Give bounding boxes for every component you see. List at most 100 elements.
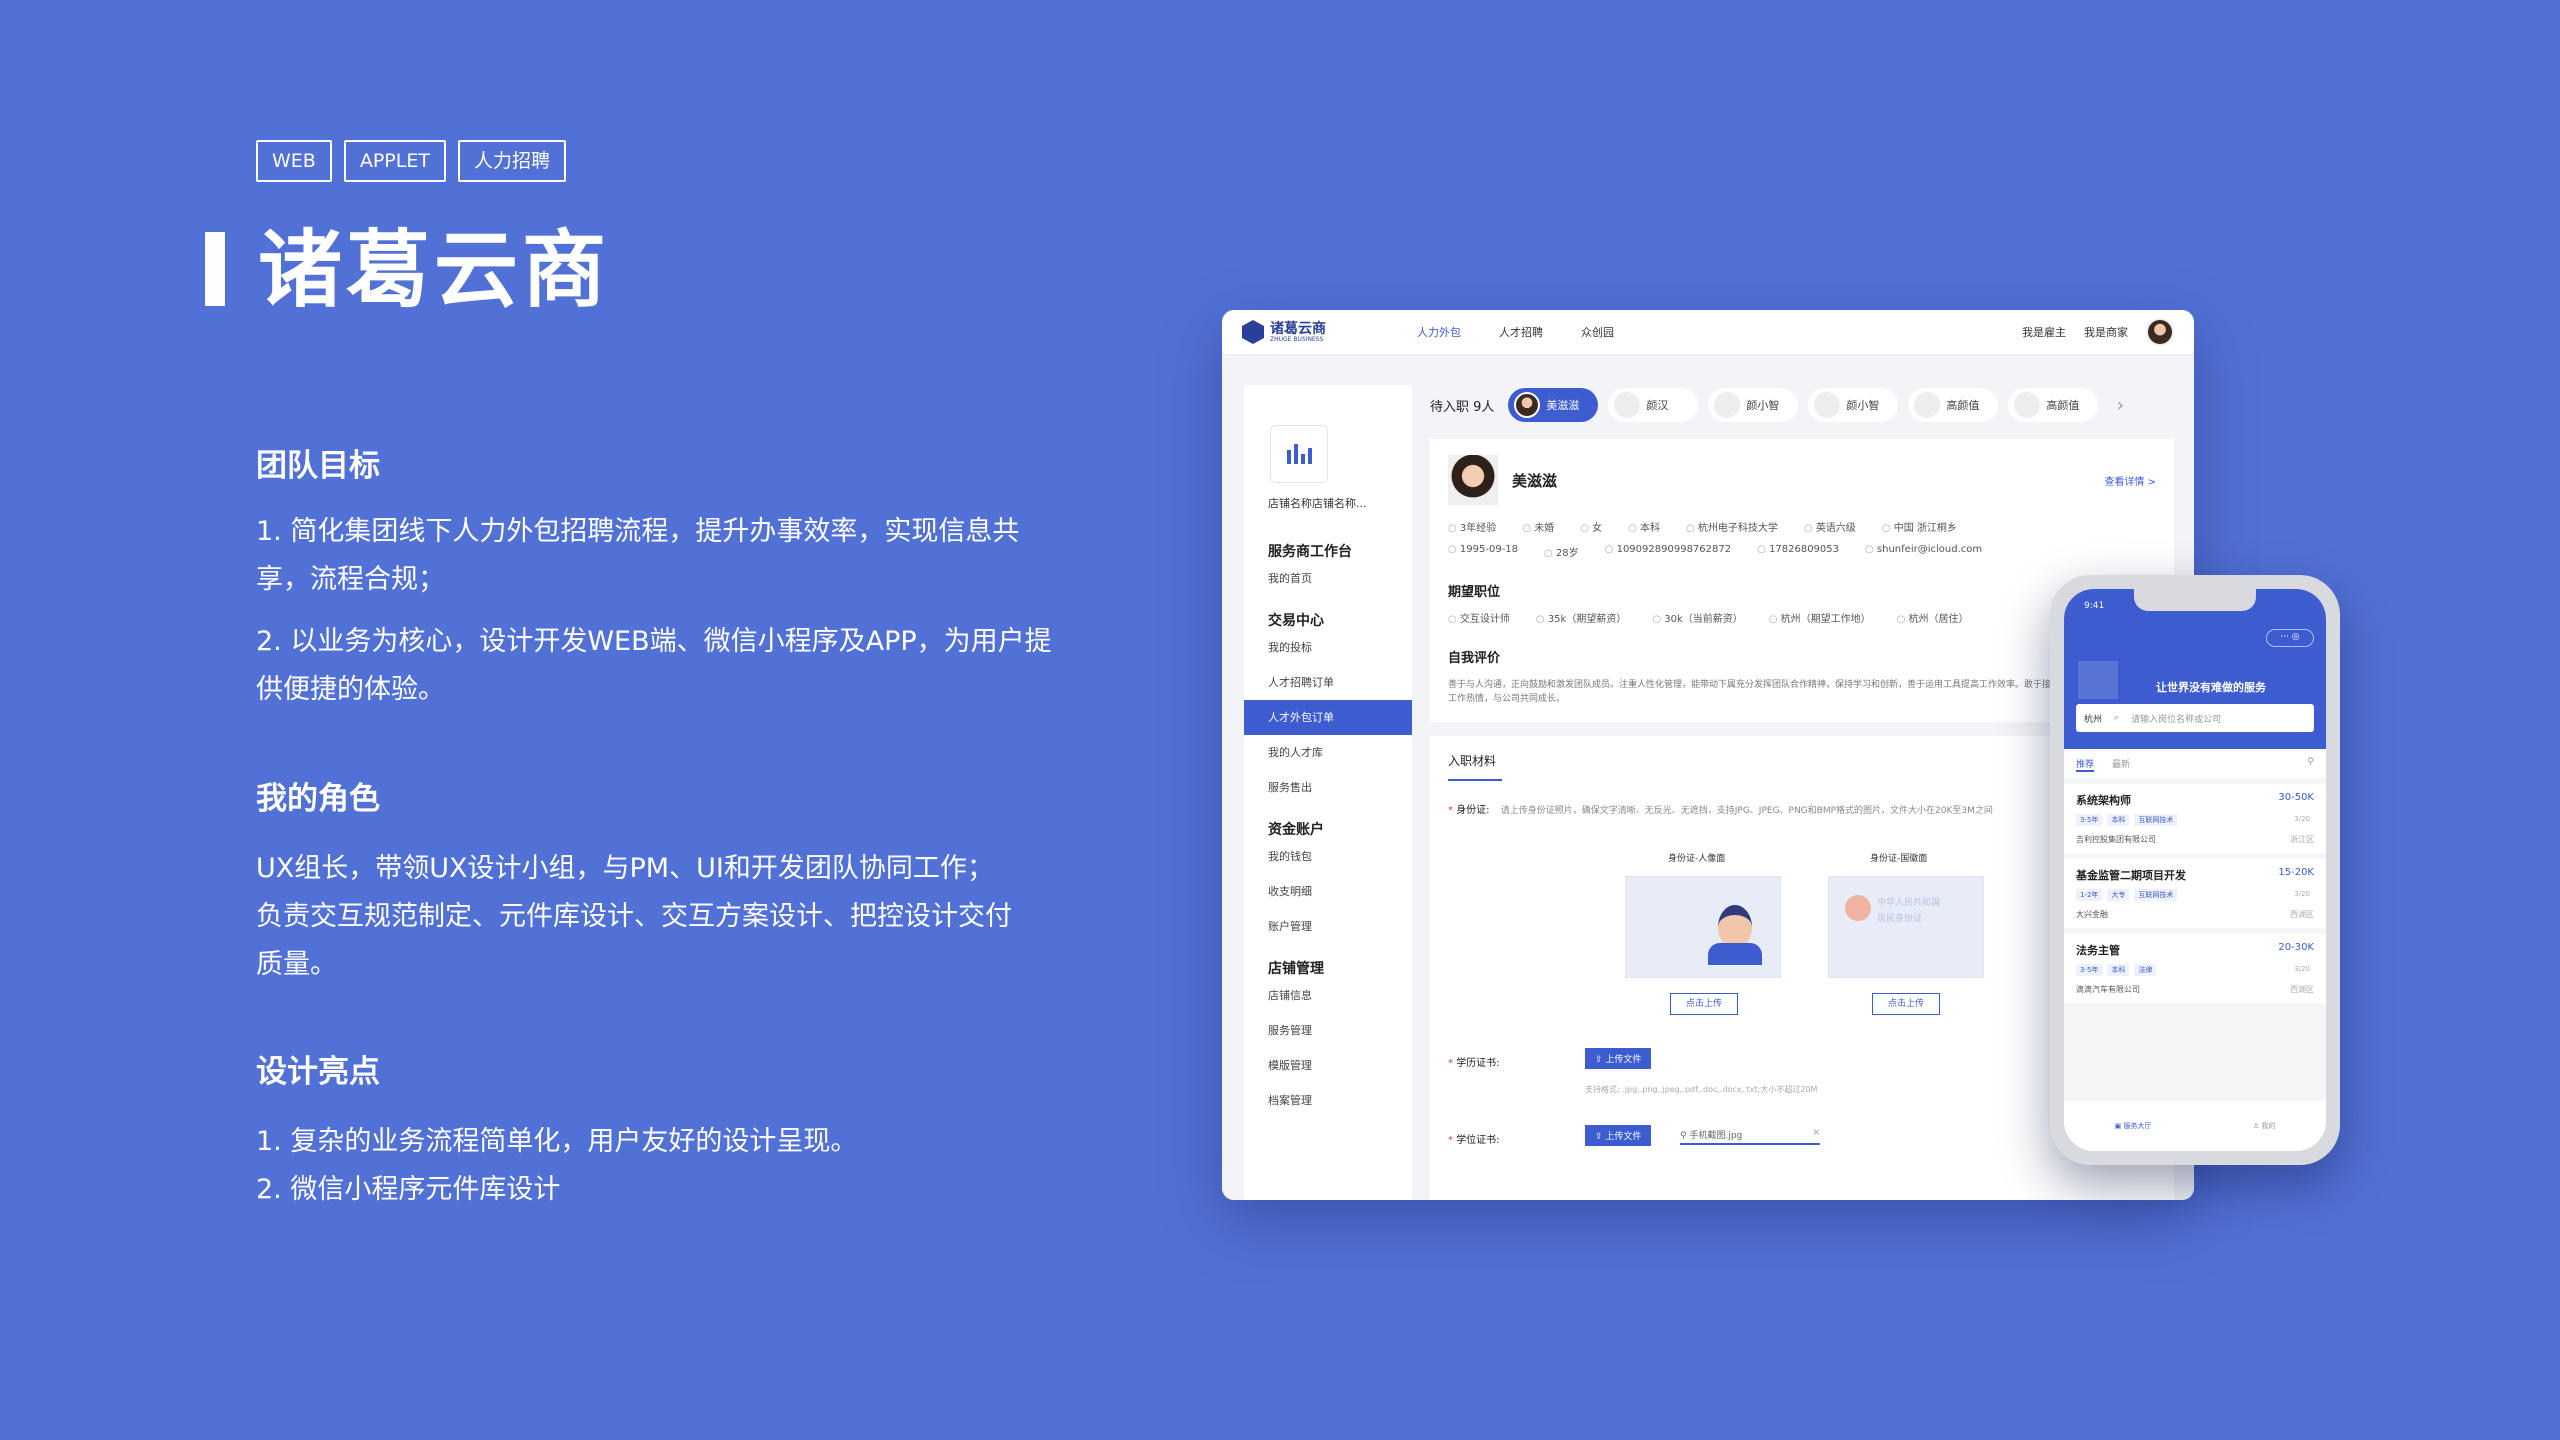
id-back-image[interactable]: 中华人民共和国 居民身份证: [1828, 876, 1984, 978]
header-right: 我是雇主 我是商家: [2022, 318, 2174, 346]
tag-list: WEB APPLET 人力招聘: [256, 140, 566, 182]
sidebar-group-funds: 资金账户: [1268, 822, 1324, 838]
logo-text: 诸葛云商: [1270, 320, 1326, 337]
sidebar-item-archive-mgmt[interactable]: 档案管理: [1244, 1083, 1412, 1118]
highlight-item-2: 2. 微信小程序元件库设计: [256, 1174, 561, 1205]
phone-header: 9:41 ··· ◎ 让世界没有难做的服务 杭州 ⌕ 请输入岗位名称或公司: [2064, 589, 2326, 749]
hall-icon: ▣: [2114, 1122, 2124, 1130]
pending-label: 待入职 9人: [1430, 399, 1495, 415]
tabbar-mine[interactable]: ♙ 我的: [2253, 1121, 2276, 1131]
building-icon: [2078, 661, 2118, 699]
search-placeholder: 请输入岗位名称或公司: [2131, 714, 2222, 725]
tab-latest[interactable]: 最新: [2112, 757, 2130, 772]
list-item[interactable]: 法务主管 20-30K 3-5年 本科 法律 3/20 滴滴汽车有限公司 西湖区: [2064, 934, 2326, 1003]
chevron-right-icon[interactable]: ›: [2108, 395, 2132, 416]
sidebar-group-shop: 店铺管理: [1268, 961, 1324, 977]
phone-tabs: 推荐 最新 ⚲: [2064, 749, 2326, 778]
role-heading: 我的角色: [256, 781, 380, 817]
web-mockup: 诸葛云商 ZHUGE BUSINESS 人力外包 人才招聘 众创园 我是雇主 我…: [1222, 310, 2194, 1200]
upload-degree-button[interactable]: ⇪ 上传文件: [1585, 1125, 1652, 1146]
sidebar-item-talent-pool[interactable]: 我的人才库: [1244, 735, 1412, 770]
sidebar-item-home[interactable]: 我的首页: [1244, 561, 1412, 596]
nav-outsourcing[interactable]: 人力外包: [1417, 324, 1461, 340]
upload-back-button[interactable]: 点击上传: [1872, 993, 1940, 1015]
close-icon[interactable]: ×: [1812, 1128, 1820, 1138]
id-front-caption: 身份证-人像面: [1668, 854, 1726, 864]
list-item[interactable]: 系统架构师 30-50K 3-5年 本科 互联网技术 3/20 吉利控股集团有限公司 浙江…: [2064, 784, 2326, 853]
list-item[interactable]: 基金监管二期项目开发 15-20K 1-2年 大专 互联网技术 3/20 大兴金融 西湖区: [2064, 859, 2326, 928]
candidate-chip[interactable]: 颜小智: [1808, 388, 1899, 422]
id-card-text: 中华人民共和国 居民身份证: [1877, 898, 1941, 924]
tabbar-service-hall[interactable]: ▣ 服务大厅: [2115, 1121, 2152, 1131]
degree-row: * 学位证书:: [1448, 1135, 1500, 1146]
candidate-chip[interactable]: 美滋滋: [1508, 388, 1599, 422]
sidebar-item-bids[interactable]: 我的投标: [1244, 630, 1412, 665]
expect-heading: 期望职位: [1448, 585, 1501, 600]
logo-icon: [1242, 320, 1264, 344]
tab-recommend[interactable]: 推荐: [2076, 757, 2095, 772]
phone-screen: 9:41 ··· ◎ 让世界没有难做的服务 杭州 ⌕ 请输入岗位名称或公司 推荐…: [2064, 589, 2326, 1151]
tag-applet: APPLET: [343, 140, 446, 182]
sidebar-group-workbench: 服务商工作台: [1268, 544, 1352, 560]
avatar: [1514, 392, 1541, 418]
goal-item-2: 2. 以业务为核心，设计开发WEB端、微信小程序及APP，为用户提供便捷的体验。: [256, 626, 1052, 705]
candidate-chip[interactable]: 颜小智: [1708, 388, 1799, 422]
highlight-item-1: 1. 复杂的业务流程简单化，用户友好的设计呈现。: [256, 1126, 858, 1157]
upload-edu-button[interactable]: ⇪ 上传文件: [1585, 1048, 1652, 1069]
merchant-dropdown[interactable]: 我是商家: [2084, 324, 2128, 340]
sidebar-item-shop-info[interactable]: 店铺信息: [1244, 978, 1412, 1013]
sidebar-group-trade: 交易中心: [1268, 613, 1324, 629]
avatar: [1814, 392, 1841, 418]
sidebar-item-recruit-orders[interactable]: 人才招聘订单: [1244, 665, 1412, 700]
logo-subtext: ZHUGE BUSINESS: [1270, 335, 1324, 343]
candidate-name: 美滋滋: [1512, 471, 1558, 490]
brand-logo[interactable]: 诸葛云商 ZHUGE BUSINESS: [1242, 320, 1417, 344]
candidate-portrait: [1448, 455, 1498, 505]
upload-front-button[interactable]: 点击上传: [1670, 993, 1738, 1015]
goal-item-1: 1. 简化集团线下人力外包招聘流程，提升办事效率，实现信息共享，流程合规；: [256, 516, 1020, 595]
title-accent-bar: [205, 232, 225, 306]
candidate-chip[interactable]: 高颜值: [1908, 388, 1999, 422]
view-detail-link[interactable]: 查看详情 >: [2104, 473, 2156, 488]
employer-dropdown[interactable]: 我是雇主: [2022, 324, 2066, 340]
tag-recruit: 人力招聘: [457, 140, 566, 182]
user-avatar[interactable]: [2146, 318, 2174, 346]
search-input[interactable]: 杭州 ⌕ 请输入岗位名称或公司: [2076, 704, 2314, 732]
shop-chart-icon: [1270, 425, 1328, 483]
sidebar-item-account[interactable]: 账户管理: [1244, 909, 1412, 944]
nav-park[interactable]: 众创园: [1581, 324, 1614, 340]
nav-recruit[interactable]: 人才招聘: [1499, 324, 1543, 340]
sidebar-item-services-sold[interactable]: 服务售出: [1244, 770, 1412, 805]
city-select[interactable]: 杭州: [2084, 712, 2102, 725]
phone-tabbar: ▣ 服务大厅 ♙ 我的: [2064, 1101, 2326, 1151]
candidate-chip[interactable]: 高颜值: [2008, 388, 2099, 422]
phone-mockup: 9:41 ··· ◎ 让世界没有难做的服务 杭州 ⌕ 请输入岗位名称或公司 推荐…: [2050, 575, 2340, 1165]
emblem-icon: [1845, 895, 1871, 921]
sidebar-item-template-mgmt[interactable]: 模版管理: [1244, 1048, 1412, 1083]
web-header: 诸葛云商 ZHUGE BUSINESS 人力外包 人才招聘 众创园 我是雇主 我…: [1222, 310, 2194, 355]
sidebar-item-wallet[interactable]: 我的钱包: [1244, 839, 1412, 874]
candidate-chip[interactable]: 颜汉: [1608, 388, 1699, 422]
filter-icon[interactable]: ⚲: [2307, 757, 2314, 772]
shop-name: 店铺名称店铺名称...: [1268, 497, 1367, 510]
top-nav: 人力外包 人才招聘 众创园: [1417, 324, 2022, 340]
web-body: 店铺名称店铺名称... 服务商工作台 我的首页 交易中心 我的投标 人才招聘订单…: [1222, 355, 2194, 1200]
format-hint: 支持格式: .jpg,.png,.jpeg,.pdf,.doc,.docx,.t…: [1585, 1085, 1818, 1094]
phone-slogan: 让世界没有难做的服务: [2156, 681, 2266, 694]
tab-onboarding[interactable]: 入职材料: [1448, 752, 1502, 781]
avatar: [1614, 392, 1641, 418]
capsule-menu-icon[interactable]: ··· ◎: [2266, 629, 2314, 647]
avatar: [2014, 392, 2041, 418]
candidate-row: 待入职 9人 美滋滋 颜汉 颜小智 颜小智 高颜值 高颜值 ›: [1430, 385, 2174, 425]
status-time: 9:41: [2084, 601, 2105, 611]
sidebar-item-statements[interactable]: 收支明细: [1244, 874, 1412, 909]
edu-row: * 学历证书:: [1448, 1058, 1500, 1069]
sidebar-item-service-mgmt[interactable]: 服务管理: [1244, 1013, 1412, 1048]
avatar: [1714, 392, 1741, 418]
goal-heading: 团队目标: [256, 448, 380, 484]
id-front-image[interactable]: [1625, 876, 1781, 978]
info-row-1: 3年经验未婚女本科杭州电子科技大学英语六级中国 浙江桐乡: [1448, 519, 2156, 534]
tag-web: WEB: [256, 140, 332, 182]
id-back-caption: 身份证-国徽面: [1870, 854, 1928, 864]
sidebar-item-outsource-orders[interactable]: 人才外包订单: [1244, 700, 1412, 735]
